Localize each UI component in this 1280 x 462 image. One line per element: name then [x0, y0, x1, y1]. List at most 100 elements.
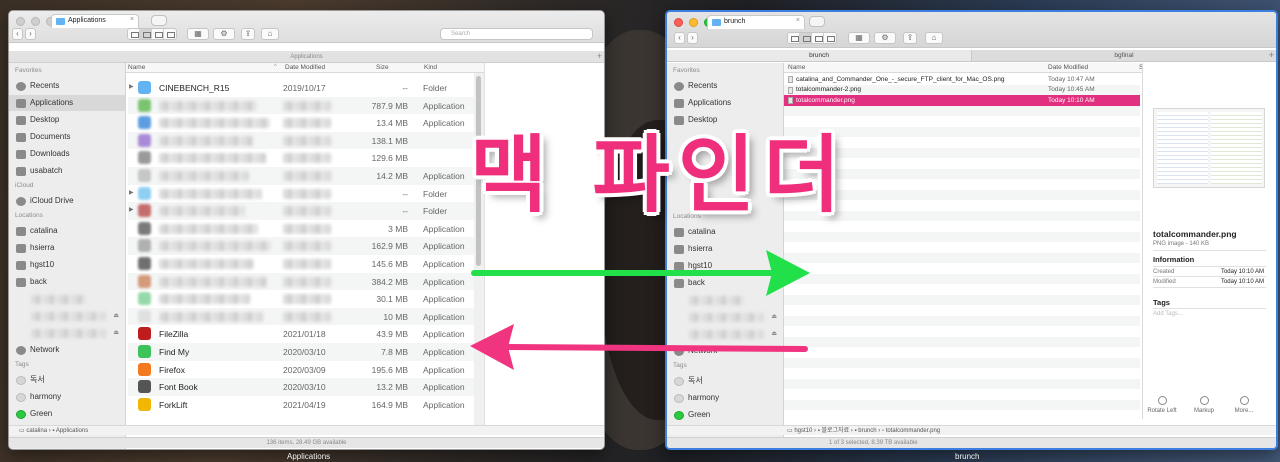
search-input[interactable]: Search: [440, 28, 593, 40]
table-row[interactable]: 145.6 MB Application: [128, 255, 474, 273]
table-row[interactable]: catalina_and_Commander_One_-_secure_FTP_…: [784, 74, 1140, 85]
column-view-icon[interactable]: [152, 29, 164, 39]
table-row[interactable]: 138.1 MB: [128, 131, 474, 150]
sidebar-item-hgst10[interactable]: hgst10: [667, 258, 783, 274]
sidebar-item-recents[interactable]: Recents: [667, 78, 783, 94]
new-tab-button[interactable]: [151, 15, 167, 26]
close-tab-icon[interactable]: ×: [130, 16, 134, 23]
add-tab-plus-icon[interactable]: +: [597, 51, 602, 61]
eject-icon[interactable]: ⏏: [771, 313, 777, 320]
table-row[interactable]: 30.1 MB Application: [128, 290, 474, 308]
tag-icon[interactable]: ⌂: [925, 32, 943, 44]
close-button[interactable]: [16, 17, 25, 26]
gallery-view-icon[interactable]: [164, 29, 176, 39]
redacted-location[interactable]: [31, 329, 106, 338]
minimize-button[interactable]: [689, 18, 698, 27]
sidebar-item-tag-1[interactable]: harmony: [9, 389, 125, 405]
title-bar[interactable]: × brunch ‹ › ▦ ⚙ ⇪ ⌂: [667, 12, 1276, 48]
sidebar-item-hsierra[interactable]: hsierra: [667, 241, 783, 257]
table-row[interactable]: 162.9 MB Application: [128, 237, 474, 255]
sidebar-item-network[interactable]: Network: [667, 343, 783, 359]
share-icon[interactable]: ⇪: [241, 28, 255, 40]
table-row[interactable]: 384.2 MB Application: [128, 272, 474, 291]
rotate-left-button[interactable]: Rotate Left: [1145, 396, 1179, 414]
sidebar-item-usabatch[interactable]: usabatch: [9, 163, 125, 179]
table-row[interactable]: Font Book 2020/03/10 13.2 MB Application: [128, 378, 474, 396]
table-row[interactable]: 14.2 MB Application: [128, 167, 474, 185]
add-tab-plus-icon[interactable]: +: [1269, 50, 1274, 60]
sidebar-item-tag-1[interactable]: harmony: [667, 390, 783, 406]
redacted-location[interactable]: [31, 312, 106, 321]
path-tab-bgfinal[interactable]: bgfinal: [972, 50, 1276, 61]
eject-icon[interactable]: ⏏: [113, 312, 119, 319]
icon-view-icon[interactable]: [788, 33, 800, 43]
eject-icon[interactable]: ⏏: [113, 329, 119, 336]
sidebar-item-back[interactable]: back: [667, 275, 783, 291]
markup-button[interactable]: Markup: [1187, 396, 1221, 414]
close-button[interactable]: [674, 18, 683, 27]
table-row[interactable]: ▶ -- Folder: [128, 185, 474, 203]
sidebar-item-hsierra[interactable]: hsierra: [9, 240, 125, 256]
column-name[interactable]: Name: [788, 64, 805, 71]
group-button[interactable]: ▦: [848, 32, 870, 44]
sidebar-item-back[interactable]: back: [9, 274, 125, 290]
column-size[interactable]: Size: [376, 64, 389, 71]
title-bar[interactable]: × Applications ‹ › ▦ ⚙ ⇪ ⌂ Search: [9, 11, 604, 43]
disclosure-triangle-icon[interactable]: ▶: [129, 83, 134, 90]
disclosure-triangle-icon[interactable]: ▶: [129, 206, 134, 213]
sidebar-item-recents[interactable]: Recents: [9, 78, 125, 94]
add-tags-input[interactable]: Add Tags...: [1153, 311, 1183, 317]
list-view-icon[interactable]: [800, 33, 812, 43]
tag-icon[interactable]: ⌂: [261, 28, 279, 40]
sidebar-item-tag-2[interactable]: Green: [667, 407, 783, 423]
sidebar-item-catalina[interactable]: catalina: [9, 223, 125, 239]
more-button[interactable]: More...: [1227, 396, 1261, 414]
sidebar-item-network[interactable]: Network: [9, 342, 125, 358]
back-button[interactable]: ‹: [674, 32, 685, 44]
gallery-view-icon[interactable]: [824, 33, 836, 43]
table-row[interactable]: ▶ -- Folder: [128, 202, 474, 220]
column-date[interactable]: Date Modified: [285, 64, 325, 71]
table-row[interactable]: totalcommander-2.png Today 10:45 AM: [784, 84, 1140, 95]
column-name[interactable]: Name: [128, 64, 145, 71]
sidebar-item-tag-2[interactable]: Green: [9, 406, 125, 422]
redacted-location[interactable]: [689, 330, 764, 339]
list-view-icon[interactable]: [140, 29, 152, 39]
close-tab-icon[interactable]: ×: [796, 17, 800, 24]
view-mode-segment[interactable]: [127, 28, 177, 40]
sidebar-item-tag-0[interactable]: 독서: [667, 373, 783, 389]
table-row[interactable]: ForkLift 2021/04/19 164.9 MB Application: [128, 396, 474, 414]
sidebar-item-tag-0[interactable]: 독서: [9, 372, 125, 388]
new-tab-button[interactable]: [809, 16, 825, 27]
forward-button[interactable]: ›: [25, 28, 36, 40]
icon-view-icon[interactable]: [128, 29, 140, 39]
redacted-location[interactable]: [689, 313, 764, 322]
column-kind[interactable]: Kind: [424, 64, 437, 71]
view-mode-segment[interactable]: [787, 32, 837, 44]
finder-window-brunch[interactable]: × brunch ‹ › ▦ ⚙ ⇪ ⌂ brunch bgfinal + Fa…: [665, 10, 1278, 450]
path-tab-brunch[interactable]: brunch: [667, 50, 972, 61]
minimize-button[interactable]: [31, 17, 40, 26]
file-list[interactable]: ▶ CINEBENCH_R15 2019/10/17 -- Folder 787.9 MB…: [128, 79, 474, 426]
group-button[interactable]: ▦: [187, 28, 209, 40]
forward-button[interactable]: ›: [687, 32, 698, 44]
table-row[interactable]: Find My 2020/03/10 7.8 MB Application: [128, 343, 474, 361]
sidebar-item-downloads[interactable]: Downloads: [9, 146, 125, 162]
sidebar-item-desktop[interactable]: Desktop: [9, 112, 125, 128]
disclosure-triangle-icon[interactable]: ▶: [129, 189, 134, 196]
sidebar-item-icloud-drive[interactable]: iCloud Drive: [9, 193, 125, 209]
table-row[interactable]: 10 MB Application: [128, 307, 474, 326]
table-row[interactable]: 3 MB Application: [128, 220, 474, 238]
tab-applications[interactable]: × Applications: [51, 14, 139, 28]
column-view-icon[interactable]: [812, 33, 824, 43]
table-row[interactable]: FileZilla 2021/01/18 43.9 MB Application: [128, 325, 474, 343]
finder-window-applications[interactable]: × Applications ‹ › ▦ ⚙ ⇪ ⌂ Search Applic…: [8, 10, 605, 450]
action-gear-icon[interactable]: ⚙: [213, 28, 235, 40]
table-row[interactable]: 787.9 MB Application: [128, 96, 474, 115]
table-row[interactable]: 13.4 MB Application: [128, 114, 474, 132]
column-date[interactable]: Date Modified: [1048, 64, 1088, 71]
eject-icon[interactable]: ⏏: [771, 330, 777, 337]
preview-thumbnail[interactable]: [1153, 108, 1265, 188]
table-row[interactable]: 129.6 MB: [128, 149, 474, 167]
redacted-location[interactable]: [31, 295, 86, 304]
